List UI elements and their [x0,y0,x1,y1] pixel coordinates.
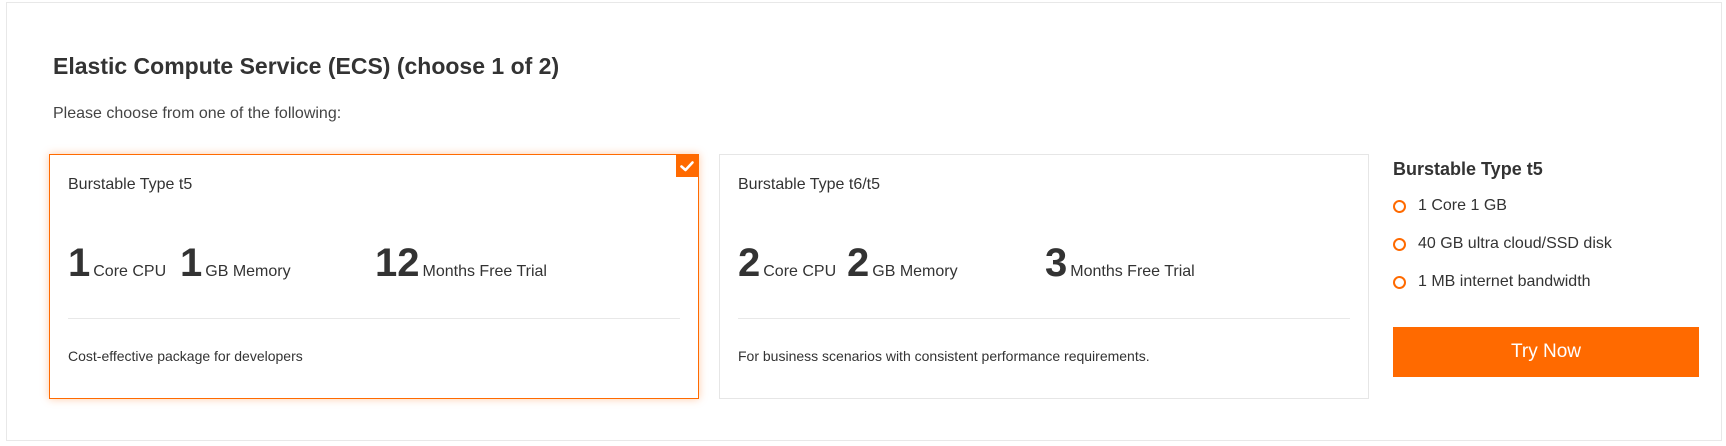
trial-spec: 12 Months Free Trial [375,243,547,283]
circle-bullet-icon [1393,200,1406,213]
feature-text: 40 GB ultra cloud/SSD disk [1418,235,1612,252]
trial-value: 12 [375,241,420,285]
card-divider [738,318,1350,319]
feature-text: 1 Core 1 GB [1418,197,1507,214]
summary-title: Burstable Type t5 [1393,159,1543,179]
check-icon [676,155,698,177]
cpu-unit: Core CPU [763,263,837,280]
memory-unit: GB Memory [872,263,958,280]
circle-bullet-icon [1393,238,1406,251]
plan-specs: 1 Core CPU 1 GB Memory 12 Months Free Trial [68,237,668,283]
feature-item: 40 GB ultra cloud/SSD disk [1393,234,1703,272]
section-subtitle: Please choose from one of the following: [53,105,342,122]
plan-name: Burstable Type t5 [68,176,193,193]
memory-value: 2 [847,241,870,285]
memory-unit: GB Memory [205,263,291,280]
cpu-spec: 1 Core CPU [68,243,166,283]
section-title: Elastic Compute Service (ECS) (choose 1 … [53,53,560,79]
plan-card-t6-t5[interactable]: Burstable Type t6/t5 2 Core CPU 2 GB Memor… [719,154,1369,399]
plan-name: Burstable Type t6/t5 [738,176,881,193]
plan-description: Cost-effective package for developers [68,348,303,364]
plan-description: For business scenarios with consistent p… [738,348,1150,364]
feature-text: 1 MB internet bandwidth [1418,273,1591,290]
plan-card-t5[interactable]: Burstable Type t5 1 Core CPU 1 GB Memory 1… [49,154,699,399]
selected-plan-summary: Burstable Type t5 1 Core 1 GB 40 GB ultr… [1393,154,1703,377]
cpu-value: 1 [68,241,91,285]
feature-item: 1 MB internet bandwidth [1393,272,1703,310]
cpu-value: 2 [738,241,761,285]
feature-list: 1 Core 1 GB 40 GB ultra cloud/SSD disk 1… [1393,196,1703,310]
trial-unit: Months Free Trial [422,263,547,280]
memory-value: 1 [180,241,203,285]
cpu-spec: 2 Core CPU [738,243,836,283]
memory-spec: 2 GB Memory [847,243,958,283]
plan-specs: 2 Core CPU 2 GB Memory 3 Months Free Trial [738,237,1338,283]
card-divider [68,318,680,319]
ecs-offer-panel: Elastic Compute Service (ECS) (choose 1 … [6,2,1722,441]
feature-item: 1 Core 1 GB [1393,196,1703,234]
trial-unit: Months Free Trial [1070,263,1195,280]
trial-value: 3 [1045,241,1068,285]
cpu-unit: Core CPU [93,263,167,280]
try-now-button[interactable]: Try Now [1393,327,1699,377]
memory-spec: 1 GB Memory [180,243,291,283]
circle-bullet-icon [1393,276,1406,289]
trial-spec: 3 Months Free Trial [1045,243,1195,283]
